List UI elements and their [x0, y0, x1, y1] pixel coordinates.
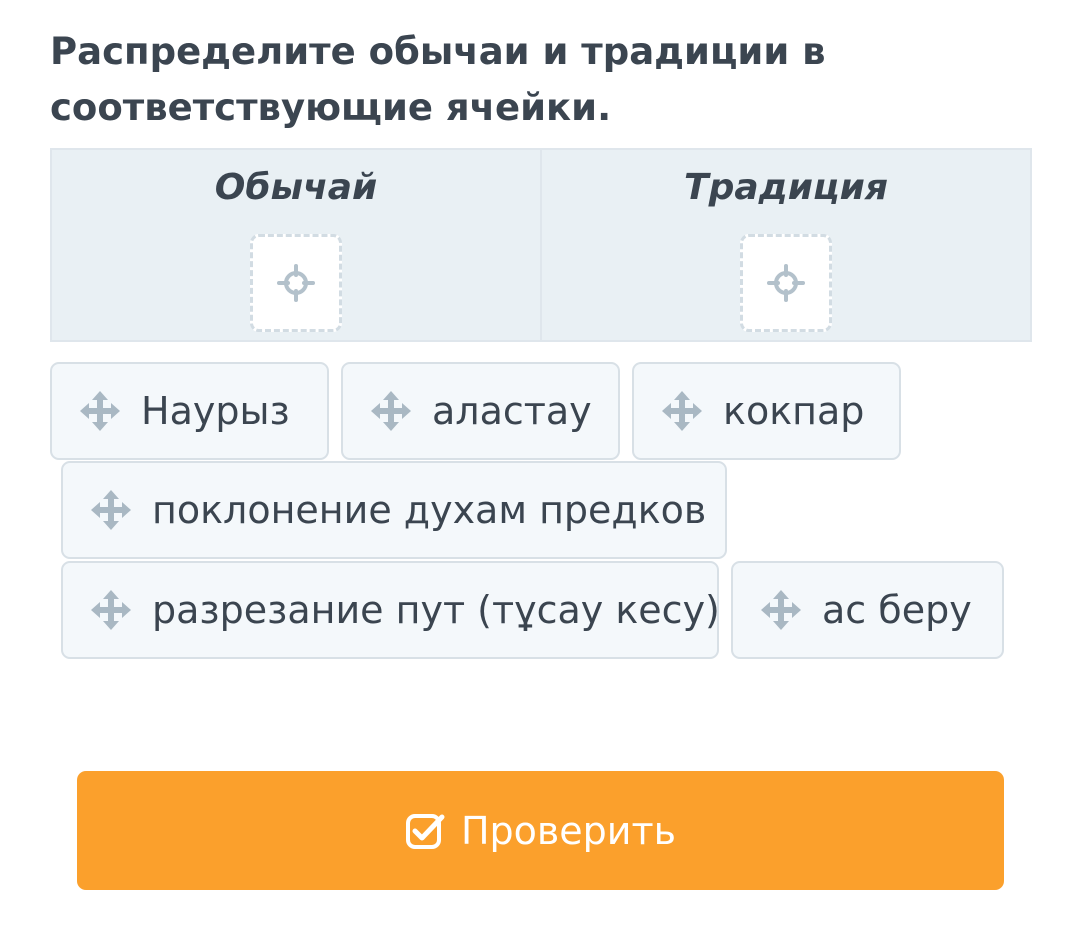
item-label: разрезание пут (тұсау кесу) — [152, 588, 720, 632]
item-label: кокпар — [723, 389, 865, 433]
item-label: ас беру — [822, 588, 972, 632]
sorting-table: Обычай Традиция — [50, 148, 1032, 342]
question-text: Распределите обычаи и традиции в соответ… — [50, 30, 826, 129]
crosshair-icon — [766, 263, 806, 303]
check-button[interactable]: Проверить — [77, 771, 1004, 890]
dropzone-custom[interactable] — [250, 234, 342, 332]
column-custom: Обычай — [52, 150, 540, 340]
column-tradition: Традиция — [540, 150, 1030, 340]
draggable-item[interactable]: поклонение духам предков — [61, 461, 727, 559]
dropzone-tradition[interactable] — [740, 234, 832, 332]
draggable-item[interactable]: Наурыз — [50, 362, 329, 460]
column-title: Обычай — [214, 167, 378, 208]
move-icon — [661, 390, 703, 432]
move-icon — [90, 489, 132, 531]
item-label: аластау — [432, 389, 592, 433]
check-button-label: Проверить — [460, 808, 677, 853]
checkbox-check-icon — [405, 813, 445, 849]
draggable-item[interactable]: кокпар — [632, 362, 901, 460]
move-icon — [79, 390, 121, 432]
draggable-item[interactable]: ас беру — [731, 561, 1004, 659]
draggable-item[interactable]: аластау — [341, 362, 620, 460]
crosshair-icon — [276, 263, 316, 303]
column-title: Традиция — [684, 167, 888, 208]
move-icon — [90, 589, 132, 631]
item-label: Наурыз — [141, 389, 290, 433]
move-icon — [760, 589, 802, 631]
move-icon — [370, 390, 412, 432]
draggable-item[interactable]: разрезание пут (тұсау кесу) — [61, 561, 720, 659]
item-label: поклонение духам предков — [152, 488, 707, 532]
